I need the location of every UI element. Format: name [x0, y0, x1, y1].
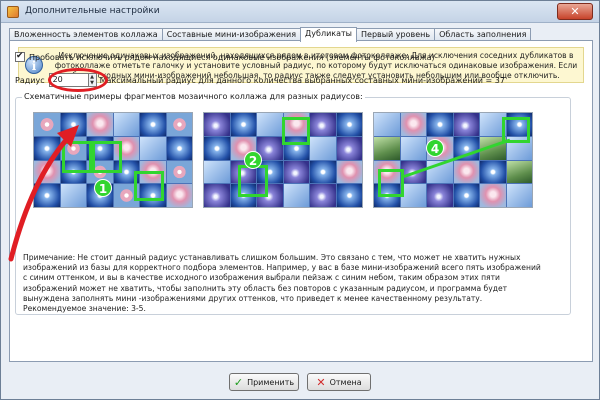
- checkmark-icon: ✓: [233, 375, 244, 389]
- duplicate-highlight: [238, 165, 268, 197]
- radius-annotation-circle: [48, 68, 108, 92]
- title-bar[interactable]: Дополнительные настройки ✕: [1, 1, 599, 23]
- app-icon: [7, 6, 19, 18]
- note-text: Примечание: Не стоит данный радиус устан…: [23, 253, 541, 314]
- duplicate-highlight: [378, 169, 404, 197]
- exclude-duplicates-checkbox[interactable]: [15, 51, 25, 62]
- example-radius-1: 1: [33, 112, 193, 208]
- radius-label: Радиус: [15, 75, 45, 85]
- example-radius-2: 2: [203, 112, 363, 208]
- cancel-button[interactable]: ✕ Отмена: [307, 373, 371, 391]
- duplicate-highlight: [282, 117, 310, 145]
- cancel-button-label: Отмена: [329, 377, 362, 387]
- close-button[interactable]: ✕: [557, 3, 593, 20]
- example-radius-4: 4: [373, 112, 533, 208]
- settings-window: Дополнительные настройки ✕ Вложенность э…: [0, 0, 600, 400]
- duplicate-highlight: [134, 171, 164, 201]
- window-title: Дополнительные настройки: [25, 6, 160, 16]
- cross-icon: ✕: [316, 375, 326, 389]
- example-badge-2: 2: [244, 151, 262, 169]
- max-radius-text: Максимальный радиус для данного количест…: [99, 75, 505, 85]
- apply-button[interactable]: ✓ Применить: [229, 373, 299, 391]
- tab-duplicates[interactable]: Дубликаты: [300, 27, 357, 42]
- exclude-duplicates-option[interactable]: Пробовать исключить рядом находящиеся од…: [15, 51, 435, 62]
- tab-strip: Вложенность элементов коллажа Составные …: [9, 27, 532, 42]
- example-badge-1: 1: [94, 179, 112, 197]
- duplicate-highlight: [92, 141, 122, 173]
- exclude-duplicates-label: Пробовать исключить рядом находящиеся од…: [29, 52, 435, 62]
- examples-group-label: Схематичные примеры фрагментов мозаичног…: [22, 92, 365, 101]
- duplicate-highlight: [62, 141, 92, 173]
- apply-button-label: Применить: [247, 377, 295, 387]
- example-badge-4: 4: [426, 139, 444, 157]
